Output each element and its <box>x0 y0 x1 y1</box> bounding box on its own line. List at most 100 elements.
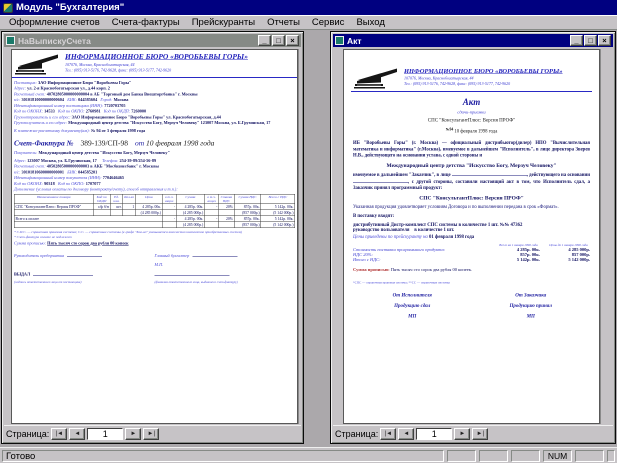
price-note-date: 01 февраля 1998 года <box>429 234 474 239</box>
address-label: Адрес: <box>14 86 26 91</box>
mp-label: М.П. <box>155 262 164 267</box>
act-pagebar: Страница: |◄ ◄ ► ►| <box>333 425 613 441</box>
menubar: Оформление счетов Счета-фактуры Прейскур… <box>0 15 617 30</box>
last-page-button[interactable]: ►| <box>472 428 488 440</box>
inn-label: Идентификационный номер поставщика (ИНН)… <box>14 103 103 108</box>
buyer-inn-value: 7704646465 <box>103 175 124 180</box>
close-icon[interactable]: × <box>598 35 611 46</box>
buyer-label: Покупатель: <box>14 150 37 155</box>
act-footnote: *СПС — справочная правовая система; **СС… <box>353 281 590 285</box>
act-paragraph-3: Указанная продукция удовлетворяет услови… <box>353 204 590 210</box>
page-number-input[interactable] <box>416 428 452 440</box>
consignee-label: Грузополучатель и его адрес: <box>14 120 67 125</box>
menu-invoices[interactable]: Оформление счетов <box>3 16 106 29</box>
buyer-ks-label: к/с: <box>14 169 20 174</box>
ks-label: к/с: <box>14 97 20 102</box>
minimize-icon[interactable]: _ <box>570 35 583 46</box>
first-page-button[interactable]: |◄ <box>380 428 396 440</box>
buyer-inn-label: Идентификационный номер покупателя (ИНН)… <box>14 175 102 180</box>
sum-words-label: Сумма прописью: <box>14 240 46 245</box>
price-row: Итого с НДС: 5 142р. 00к. 5 142 000р. <box>353 257 590 262</box>
company-address: 107076, Москва, Краснобогатырская, 44 <box>404 76 590 81</box>
act-window-title: Акт <box>347 36 362 46</box>
buyer-okonh-value: 90318 <box>44 181 55 186</box>
next-page-button[interactable]: ► <box>125 428 141 440</box>
minimize-icon[interactable]: _ <box>258 35 271 46</box>
app-titlebar[interactable]: Модуль "Бухгалтерия" <box>0 0 617 15</box>
first-page-button[interactable]: |◄ <box>51 428 67 440</box>
maximize-icon[interactable]: □ <box>584 35 597 46</box>
last-page-button[interactable]: ►| <box>143 428 159 440</box>
bik-value: 044585604 <box>78 97 97 102</box>
buyer-address-value: 123007 Москва, ул. Б.Грузинская, 17 <box>27 158 97 163</box>
invoice-window-title: НаВыпискуСчета <box>18 36 91 46</box>
paydoc-value: № 94 от 3 февраля 1998 года <box>91 128 145 133</box>
next-page-button[interactable]: ► <box>454 428 470 440</box>
act-letterhead: ИНФОРМАЦИОННОЕ БЮРО «ВОРОБЬЕВЫ ГОРЫ» 107… <box>351 64 592 92</box>
invoice-window-titlebar[interactable]: НаВыпискуСчета _ □ × <box>4 34 301 47</box>
act-subtitle: сдачи-приемки <box>344 110 599 115</box>
sign-right-mp: МП <box>472 313 591 319</box>
city-value: Москва <box>114 97 129 102</box>
act-document: ИНФОРМАЦИОННОЕ БЮРО «ВОРОБЬЕВЫ ГОРЫ» 107… <box>344 50 599 327</box>
buyer-account-value: 40502805000000000003 в АКБ "Мосбизнесбан… <box>47 164 159 169</box>
act-product-top: СПС "КонсультантПлюс: Версия ПРОФ" <box>344 118 599 124</box>
menu-reports[interactable]: Отчеты <box>261 16 306 29</box>
prev-page-button[interactable]: ◄ <box>398 428 414 440</box>
page-number-input[interactable] <box>87 428 123 440</box>
menu-service[interactable]: Сервис <box>306 16 351 29</box>
sum-words-value: Пять тысяч сто сорок два рубля 00 копеек <box>47 240 128 245</box>
delivery-item-2-qty: в количестве 1 шт. <box>414 227 454 232</box>
company-phones: Тел.: (095) 913-5176, 742-9628, факс: (0… <box>65 68 295 73</box>
bik-label: БИК: <box>67 97 77 102</box>
buyer-account-label: Расчетный счет: <box>14 164 46 169</box>
act-preview-area: ИНФОРМАЦИОННОЕ БЮРО «ВОРОБЬЕВЫ ГОРЫ» 107… <box>333 47 613 425</box>
company-phones: Тел.: (095) 913-5176, 742-9628, факс: (0… <box>404 82 590 87</box>
buyer-okpo-value: 1707077 <box>86 181 101 186</box>
status-panel <box>447 450 476 462</box>
company-logo <box>353 67 399 89</box>
prev-page-button[interactable]: ◄ <box>69 428 85 440</box>
goods-table: Наименование товара Код по ОКДП Ед. изм.… <box>14 194 295 228</box>
num-lock-indicator: NUM <box>543 450 572 462</box>
act-window: Акт _ □ × <box>330 31 616 444</box>
buyer-address-label: Адрес: <box>14 158 26 163</box>
buyer-ks-value: 30101810600000000001 <box>22 169 65 174</box>
sign-accountant-label: Главный бухгалтер <box>155 253 190 258</box>
invoice-page: ИНФОРМАЦИОННОЕ БЮРО «ВОРОБЬЕВЫ ГОРЫ» 107… <box>11 49 298 424</box>
status-panel <box>479 450 508 462</box>
company-name: ИНФОРМАЦИОННОЕ БЮРО «ВОРОБЬЕВЫ ГОРЫ» <box>65 53 295 62</box>
menu-exit[interactable]: Выход <box>350 16 390 29</box>
app-icon <box>3 3 13 13</box>
status-message: Готово <box>2 450 444 462</box>
shipper-label: Грузоотправитель и его адрес: <box>14 114 71 119</box>
close-icon[interactable]: × <box>286 35 299 46</box>
okonh-value: 14533 <box>44 109 55 114</box>
menu-schet-faktury[interactable]: Счета-фактуры <box>106 16 186 29</box>
buyer-phone-label: Телефон: <box>102 158 118 163</box>
delivery-item-2: руководство пользователя <box>353 227 409 232</box>
delivery-label: В поставку входят: <box>353 213 590 218</box>
supplier-value: ЗАО Информационное Бюро "Воробьевы Горы" <box>38 80 131 85</box>
address-value: ул. 2-я Краснобогатырская ул., д.44 корп… <box>27 86 110 91</box>
menu-price-lists[interactable]: Прейскуранты <box>186 16 261 29</box>
paydoc-label: К платежно-расчетному документу(ам): <box>14 128 90 133</box>
sign-left-mp: МП <box>353 313 472 319</box>
status-panel <box>511 450 540 462</box>
invoice-number: 389-139/СП-98 <box>80 140 128 149</box>
ks-value: 30101810000000000604 <box>22 97 65 102</box>
act-window-titlebar[interactable]: Акт _ □ × <box>333 34 613 47</box>
city-label: Город: <box>100 97 112 102</box>
act-title: Акт <box>344 97 599 108</box>
maximize-icon[interactable]: □ <box>272 35 285 46</box>
buyer-okonh-label: Код по ОКОНХ: <box>14 181 43 186</box>
act-sum-words-label: Сумма прописью: <box>353 267 390 272</box>
account-value: 40702805000000000004 в АБ "Торговый дом … <box>47 91 198 96</box>
inn-value: 7720703705 <box>104 103 125 108</box>
buyer-okpo-label: Код по ОКПО: <box>58 181 85 186</box>
consignee-value: Международный центр детства "Искусство Б… <box>68 120 270 125</box>
invoice-heading: Счет-Фактура № 389-139/СП-98 от 10 февра… <box>12 138 297 151</box>
sign-left-title: От Исполнителя <box>353 292 472 298</box>
act-party-2: Международный центр детства "Искусство Б… <box>353 163 590 169</box>
terms-line: Дополнение (условия оплаты по договору (… <box>14 187 178 192</box>
